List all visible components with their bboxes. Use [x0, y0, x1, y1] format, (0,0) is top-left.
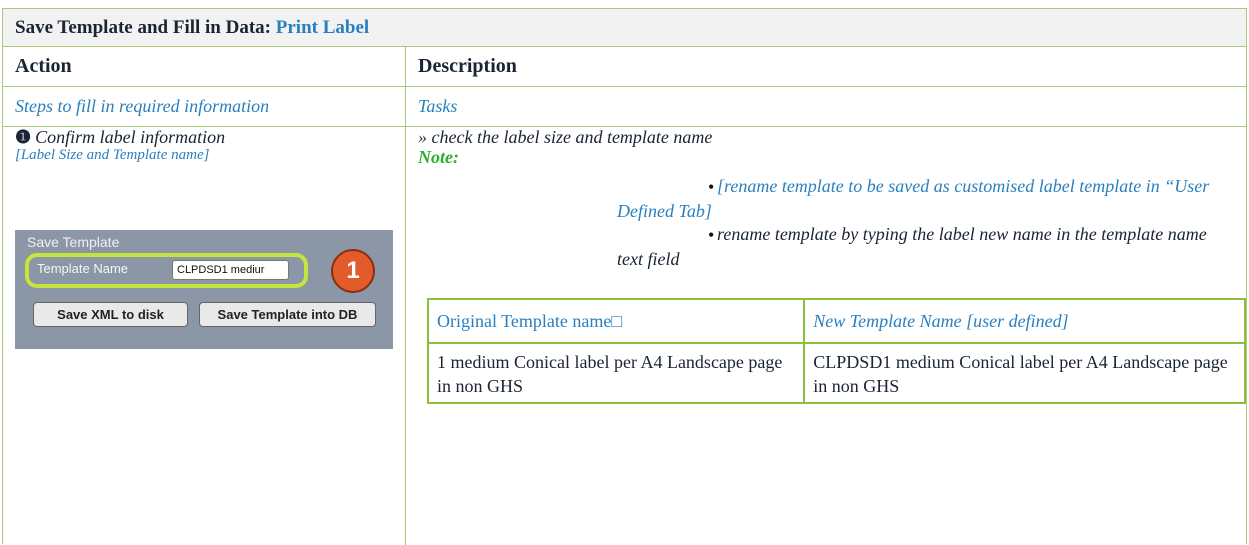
- subheader-row: Steps to fill in required information Ta…: [3, 87, 1246, 127]
- save-template-screenshot: Save Template Template Name CLPDSD1 medi…: [15, 230, 393, 349]
- template-name-table: Original Template name□ New Template Nam…: [426, 298, 1246, 404]
- description-subheader: Tasks: [418, 96, 458, 116]
- header-row: Action Description: [3, 47, 1246, 87]
- title-prefix: Save Template and Fill in Data:: [15, 17, 276, 38]
- title-row: Save Template and Fill in Data: Print La…: [3, 9, 1246, 47]
- step-subtitle: [Label Size and Template name]: [15, 147, 210, 163]
- action-subheader: Steps to fill in required information: [15, 96, 270, 116]
- screenshot-section-title: Save Template: [27, 234, 120, 250]
- note-bullet-1: [rename template to be saved as customis…: [617, 176, 1210, 221]
- original-name-value: 1 medium Conical label per A4 Landscape …: [426, 342, 806, 404]
- note-label: Note:: [418, 147, 459, 167]
- template-name-input[interactable]: CLPDSD1 mediur: [172, 260, 289, 280]
- table-header-row: Original Template name□ New Template Nam…: [426, 298, 1246, 344]
- template-name-label: Template Name: [37, 261, 129, 276]
- step-title: ❶ Confirm label information: [15, 127, 225, 148]
- save-xml-button[interactable]: Save XML to disk: [33, 302, 188, 327]
- title-highlight: Print Label: [275, 17, 370, 38]
- note-bullet-2: rename template by typing the label new …: [617, 224, 1207, 269]
- step-label: Confirm label information: [35, 127, 226, 147]
- description-check: » check the label size and template name: [418, 127, 713, 147]
- page-title: Save Template and Fill in Data: Print La…: [15, 17, 369, 39]
- new-name-header: New Template Name [user defined]: [803, 298, 1246, 344]
- highlight-ring: Template Name CLPDSD1 mediur: [25, 253, 308, 288]
- document-table: Save Template and Fill in Data: Print La…: [2, 8, 1247, 545]
- action-header: Action: [15, 55, 72, 77]
- step-badge: 1: [331, 249, 375, 293]
- original-name-header: Original Template name□: [426, 298, 806, 344]
- description-header: Description: [418, 55, 517, 77]
- step-number-icon: ❶: [15, 127, 32, 147]
- table-row: 1 medium Conical label per A4 Landscape …: [426, 342, 1246, 404]
- new-name-value: CLPDSD1 medium Conical label per A4 Land…: [803, 342, 1246, 404]
- save-template-db-button[interactable]: Save Template into DB: [199, 302, 376, 327]
